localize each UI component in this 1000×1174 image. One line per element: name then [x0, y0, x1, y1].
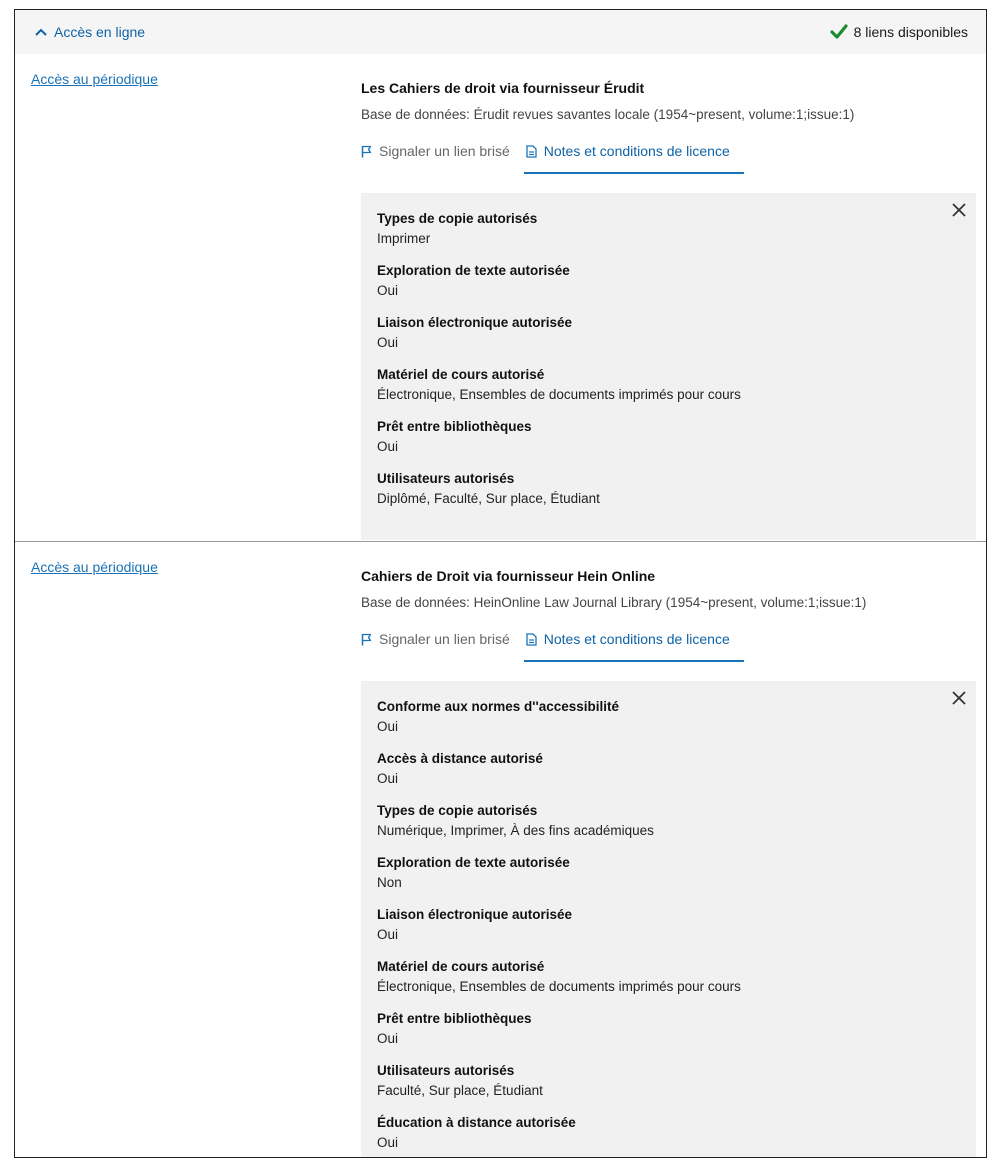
report-broken-link-label: Signaler un lien brisé: [379, 631, 510, 647]
online-access-label: Accès en ligne: [54, 24, 146, 40]
term-label: Utilisateurs autorisés: [377, 1063, 515, 1078]
chevron-up-icon: [35, 28, 47, 36]
link-title: Cahiers de Droit via fournisseur Hein On…: [361, 568, 656, 584]
license-terms-panel: Conforme aux normes d''accessibilité Oui …: [361, 681, 976, 1157]
license-term: Types de copie autorisés Numérique, Impri…: [377, 801, 960, 853]
term-value: Oui: [377, 771, 399, 786]
license-term: Liaison électronique autorisée Oui: [377, 905, 960, 957]
term-value: Oui: [377, 335, 399, 350]
license-term: Éducation à distance autorisée Oui: [377, 1113, 960, 1157]
term-value: Oui: [377, 439, 399, 454]
flag-icon: [361, 145, 372, 158]
online-access-header: Accès en ligne 8 liens disponibles: [15, 10, 986, 54]
term-value: Oui: [377, 927, 399, 942]
term-label: Types de copie autorisés: [377, 803, 538, 818]
term-value: Oui: [377, 719, 399, 734]
journal-access-link[interactable]: Accès au périodique: [31, 559, 158, 575]
document-icon: [526, 633, 537, 646]
term-label: Matériel de cours autorisé: [377, 959, 545, 974]
term-label: Matériel de cours autorisé: [377, 367, 545, 382]
term-label: Liaison électronique autorisée: [377, 315, 573, 330]
link-title: Les Cahiers de droit via fournisseur Éru…: [361, 80, 645, 96]
term-label: Accès à distance autorisé: [377, 751, 543, 766]
license-term: Matériel de cours autorisé Électronique, …: [377, 957, 960, 1009]
database-info: Base de données: HeinOnline Law Journal …: [361, 595, 867, 610]
license-term: Exploration de texte autorisée Non: [377, 853, 960, 905]
license-notes-tab[interactable]: Notes et conditions de licence: [523, 626, 744, 662]
license-notes-tab[interactable]: Notes et conditions de licence: [523, 138, 744, 174]
term-label: Utilisateurs autorisés: [377, 471, 515, 486]
journal-access-link[interactable]: Accès au périodique: [31, 71, 158, 87]
term-value: Numérique, Imprimer, À des fins académiq…: [377, 823, 654, 838]
term-label: Types de copie autorisés: [377, 211, 538, 226]
term-value: Électronique, Ensembles de documents imp…: [377, 387, 741, 402]
term-value: Diplômé, Faculté, Sur place, Étudiant: [377, 491, 600, 506]
license-term: Types de copie autorisés Imprimer: [377, 209, 960, 261]
term-label: Liaison électronique autorisée: [377, 907, 573, 922]
flag-icon: [361, 633, 372, 646]
link-entry: Accès au périodique Les Cahiers de droit…: [15, 54, 986, 542]
document-icon: [526, 145, 537, 158]
license-term: Utilisateurs autorisés Faculté, Sur place…: [377, 1061, 960, 1113]
license-term: Utilisateurs autorisés Diplômé, Faculté, …: [377, 469, 960, 521]
term-label: Prêt entre bibliothèques: [377, 1011, 532, 1026]
term-value: Faculté, Sur place, Étudiant: [377, 1083, 543, 1098]
term-label: Conforme aux normes d''accessibilité: [377, 699, 619, 714]
available-links-status: 8 liens disponibles: [829, 24, 968, 40]
license-notes-label: Notes et conditions de licence: [543, 143, 730, 159]
term-value: Oui: [377, 1135, 399, 1150]
report-broken-link-label: Signaler un lien brisé: [379, 143, 510, 159]
term-value: Oui: [377, 1031, 399, 1046]
checkmark-icon: [829, 24, 848, 39]
report-broken-link-button[interactable]: Signaler un lien brisé: [361, 626, 510, 662]
license-notes-label: Notes et conditions de licence: [543, 631, 730, 647]
license-term: Matériel de cours autorisé Électronique, …: [377, 365, 960, 417]
license-terms-panel: Types de copie autorisés Imprimer Explora…: [361, 193, 976, 540]
license-term: Accès à distance autorisé Oui: [377, 749, 960, 801]
license-term: Conforme aux normes d''accessibilité Oui: [377, 697, 960, 749]
license-term: Prêt entre bibliothèques Oui: [377, 417, 960, 469]
term-label: Exploration de texte autorisée: [377, 855, 570, 870]
close-icon[interactable]: [952, 203, 966, 217]
term-value: Électronique, Ensembles de documents imp…: [377, 979, 741, 994]
term-label: Éducation à distance autorisée: [377, 1115, 576, 1130]
term-label: Prêt entre bibliothèques: [377, 419, 532, 434]
close-icon[interactable]: [952, 691, 966, 705]
license-term: Prêt entre bibliothèques Oui: [377, 1009, 960, 1061]
link-actions: Signaler un lien brisé Notes et conditio…: [361, 138, 744, 174]
online-access-panel: Accès en ligne 8 liens disponibles Accès…: [14, 9, 987, 1158]
online-access-toggle[interactable]: Accès en ligne: [35, 24, 145, 40]
term-value: Non: [377, 875, 402, 890]
license-term: Exploration de texte autorisée Oui: [377, 261, 960, 313]
available-links-count: 8 liens disponibles: [853, 24, 968, 40]
link-actions: Signaler un lien brisé Notes et conditio…: [361, 626, 744, 662]
link-entry: Accès au périodique Cahiers de Droit via…: [15, 542, 986, 1157]
term-value: Imprimer: [377, 231, 431, 246]
term-value: Oui: [377, 283, 399, 298]
term-label: Exploration de texte autorisée: [377, 263, 570, 278]
report-broken-link-button[interactable]: Signaler un lien brisé: [361, 138, 510, 174]
license-term: Liaison électronique autorisée Oui: [377, 313, 960, 365]
database-info: Base de données: Érudit revues savantes …: [361, 107, 855, 122]
